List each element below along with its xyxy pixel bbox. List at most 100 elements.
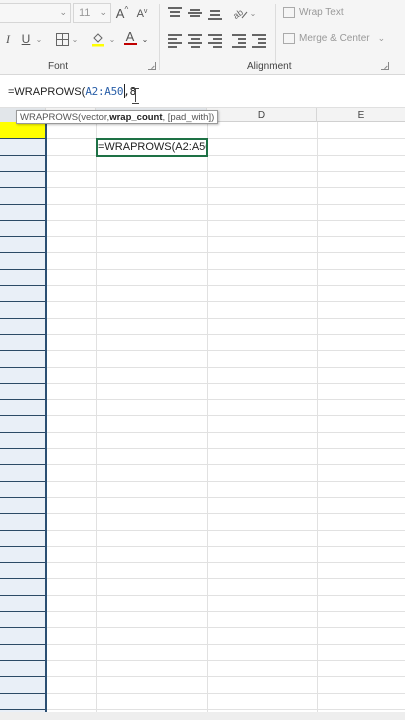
- cell-grid[interactable]: [0, 122, 405, 712]
- row-gridline: [0, 204, 405, 205]
- row-gridline: [0, 595, 405, 596]
- font-group-label: Font: [48, 61, 69, 72]
- grow-font-button[interactable]: A ^: [114, 4, 130, 22]
- chevron-down-icon: ⌄: [249, 8, 257, 18]
- column-a-row-border: [0, 171, 46, 172]
- row-gridline: [0, 464, 405, 465]
- orientation-button[interactable]: ab: [231, 5, 249, 21]
- align-center-icon[interactable]: [188, 34, 202, 48]
- row-gridline: [0, 448, 405, 449]
- middle-align-icon[interactable]: [188, 7, 202, 19]
- column-a-row-border: [0, 709, 46, 710]
- column-a-row-border: [0, 530, 46, 531]
- font-size-value: 11: [79, 7, 91, 19]
- shrink-font-button[interactable]: Av: [134, 6, 150, 22]
- wrap-text-button[interactable]: Wrap Text: [283, 7, 344, 18]
- orientation-icon: ab: [232, 7, 248, 20]
- ribbon: ⌄ 11 ⌄ A ^ Av I U ⌄ ⌄ ⌄ A ⌄ Font ab ⌄ Wr…: [0, 0, 405, 75]
- row-gridline: [0, 611, 405, 612]
- highlighted-cell[interactable]: [0, 122, 46, 138]
- row-gridline: [0, 676, 405, 677]
- increase-indent-icon[interactable]: [252, 34, 266, 48]
- font-color-swatch: [123, 42, 137, 46]
- column-a-row-border: [0, 383, 46, 384]
- column-a-row-border: [0, 595, 46, 596]
- row-gridline: [0, 513, 405, 514]
- column-a-row-border: [0, 578, 46, 579]
- chevron-down-icon: ⌄: [71, 34, 79, 44]
- borders-icon: [55, 32, 69, 46]
- row-gridline: [0, 546, 405, 547]
- formula-input[interactable]: =WRAPROWS(A2:A50,8: [8, 85, 136, 98]
- row-gridline: [0, 660, 405, 661]
- formula-function: =WRAPROWS(: [8, 86, 86, 98]
- font-size-dropdown[interactable]: 11 ⌄: [73, 3, 111, 23]
- row-gridline: [0, 432, 405, 433]
- merge-center-icon: [283, 33, 295, 44]
- alignment-group-label: Alignment: [247, 61, 292, 72]
- merge-center-button[interactable]: Merge & Center ⌄: [283, 33, 385, 44]
- function-argument-tooltip[interactable]: WRAPROWS(vector, wrap_count, [pad_with]): [16, 110, 219, 124]
- fill-color-button[interactable]: [90, 30, 106, 48]
- decrease-indent-icon[interactable]: [232, 34, 246, 48]
- font-dialog-launcher-icon[interactable]: [148, 62, 156, 70]
- column-a-row-border: [0, 236, 46, 237]
- column-a-row-border: [0, 334, 46, 335]
- column-a-row-border: [0, 350, 46, 351]
- row-gridline: [0, 530, 405, 531]
- font-color-dropdown[interactable]: ⌄: [140, 32, 150, 46]
- alignment-dialog-launcher-icon[interactable]: [381, 62, 389, 70]
- italic-button[interactable]: I: [3, 31, 13, 47]
- column-a-row-border: [0, 138, 46, 139]
- row-gridline: [0, 497, 405, 498]
- chevron-down-icon: ⌄: [141, 34, 149, 44]
- fill-color-dropdown[interactable]: ⌄: [107, 32, 117, 46]
- column-a-row-border: [0, 220, 46, 221]
- column-a-row-border: [0, 269, 46, 270]
- wrap-text-icon: [283, 7, 295, 18]
- orientation-dropdown[interactable]: ⌄: [249, 7, 257, 19]
- row-gridline: [0, 367, 405, 368]
- column-a-row-border: [0, 611, 46, 612]
- column-a-row-border: [0, 285, 46, 286]
- row-gridline: [0, 709, 405, 710]
- column-a-row-border: [0, 497, 46, 498]
- formula-bar[interactable]: =WRAPROWS(A2:A50,8: [0, 76, 405, 108]
- column-a-row-border: [0, 627, 46, 628]
- underline-button[interactable]: U: [20, 31, 32, 47]
- underline-dropdown[interactable]: ⌄: [34, 32, 44, 46]
- row-gridline: [0, 481, 405, 482]
- shrink-font-icon: A: [136, 8, 144, 20]
- row-gridline: [0, 236, 405, 237]
- borders-dropdown[interactable]: ⌄: [70, 32, 80, 46]
- chevron-down-icon: ⌄: [59, 7, 67, 17]
- tooltip-signature: WRAPROWS(vector,: [20, 111, 110, 123]
- top-align-icon[interactable]: [168, 7, 182, 19]
- bottom-align-icon[interactable]: [208, 7, 222, 20]
- status-bar: [0, 712, 405, 720]
- row-gridline: [0, 399, 405, 400]
- column-a-row-border: [0, 252, 46, 253]
- align-right-icon[interactable]: [208, 34, 222, 48]
- formula-range-reference: A2:A50: [85, 85, 124, 98]
- paint-bucket-icon: [92, 33, 104, 47]
- chevron-down-icon: ⌄: [108, 34, 116, 44]
- font-color-button[interactable]: A: [122, 29, 138, 47]
- column-a-row-border: [0, 367, 46, 368]
- column-header-e[interactable]: E: [317, 108, 405, 122]
- column-a-row-border: [0, 415, 46, 416]
- column-a-row-border: [0, 660, 46, 661]
- column-header-d[interactable]: D: [207, 108, 317, 122]
- font-name-dropdown[interactable]: ⌄: [0, 3, 71, 23]
- row-gridline: [0, 627, 405, 628]
- row-gridline: [0, 693, 405, 694]
- chevron-down-icon: ⌄: [35, 34, 43, 44]
- align-left-icon[interactable]: [168, 34, 182, 48]
- column-a-row-border: [0, 546, 46, 547]
- selected-column-a[interactable]: [0, 122, 46, 712]
- text-caret: [124, 84, 125, 98]
- row-gridline: [0, 252, 405, 253]
- borders-button[interactable]: [54, 31, 70, 47]
- row-gridline: [0, 301, 405, 302]
- ribbon-separator: [159, 4, 160, 70]
